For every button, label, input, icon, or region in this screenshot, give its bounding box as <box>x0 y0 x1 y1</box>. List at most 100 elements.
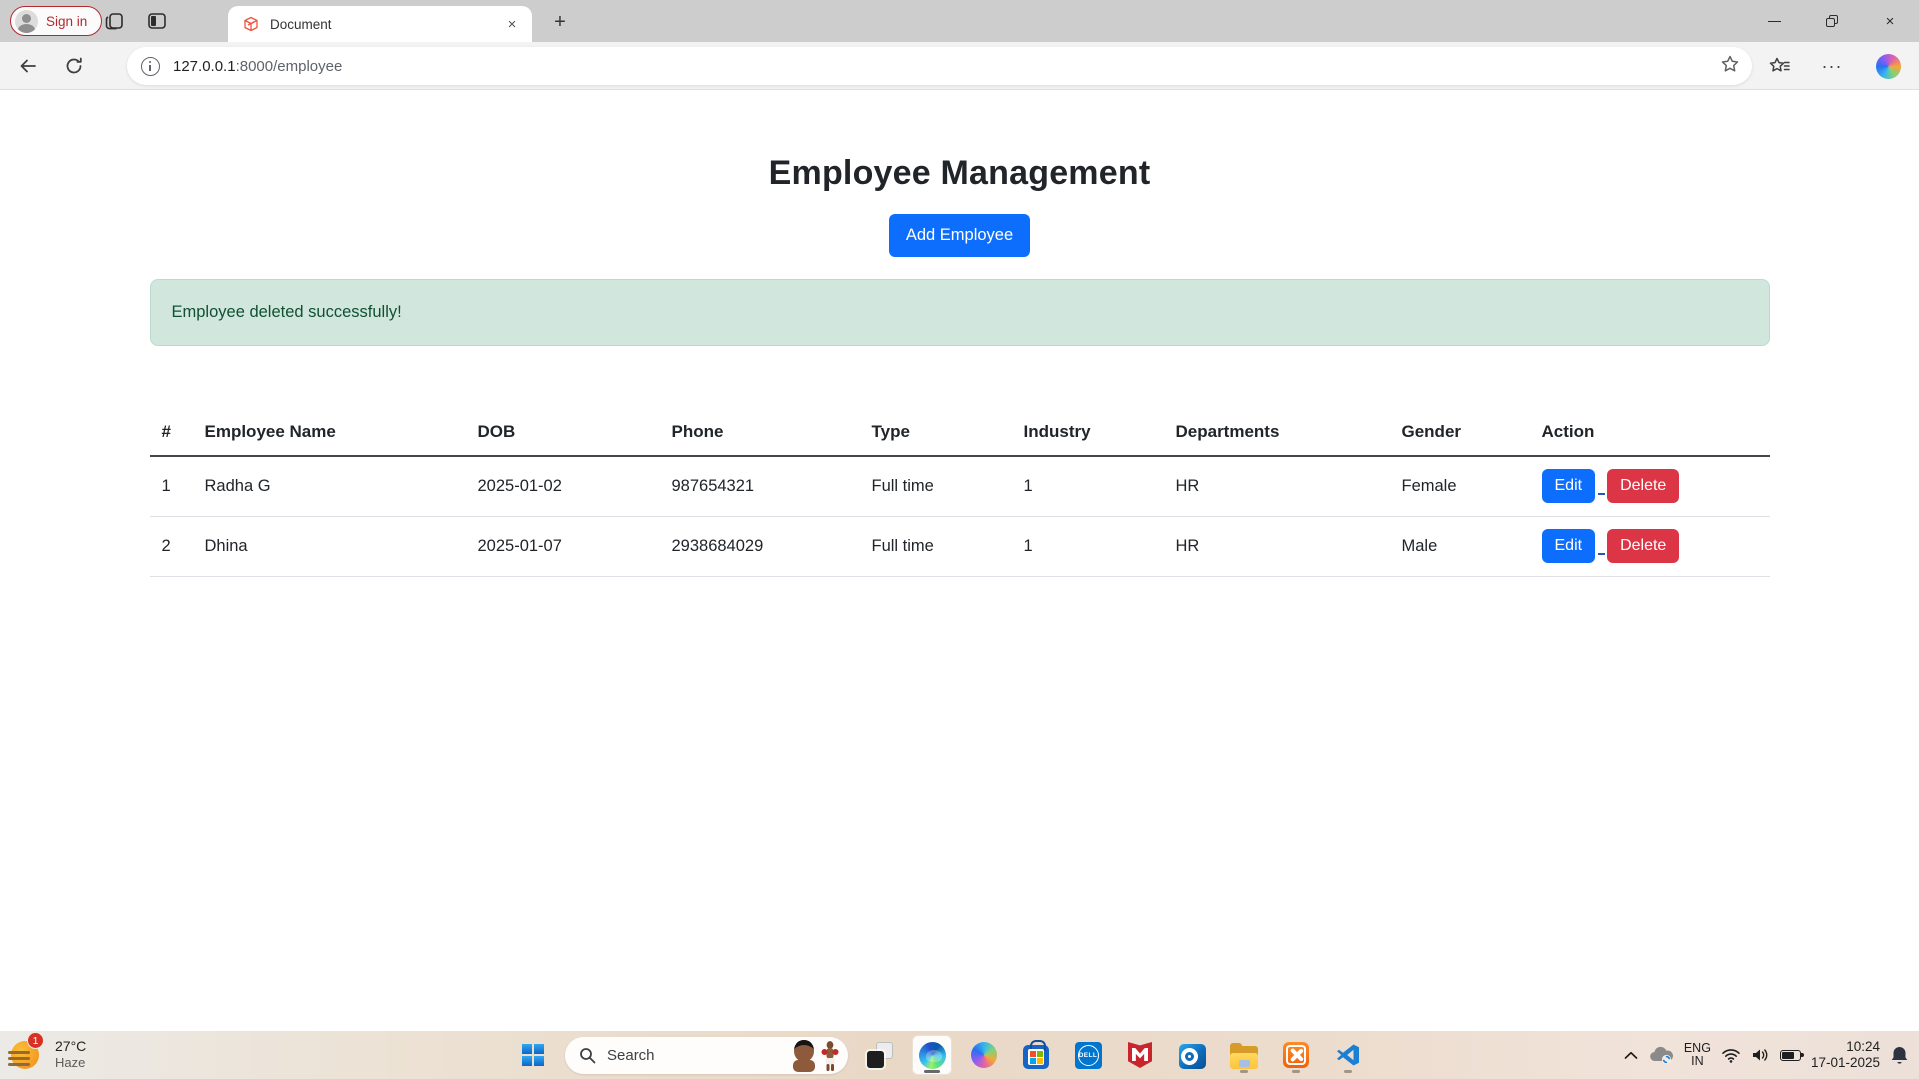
search-label: Search <box>607 1047 787 1064</box>
add-employee-button[interactable]: Add Employee <box>889 214 1030 257</box>
link-underscore <box>1598 553 1605 555</box>
cell-type: Full time <box>864 516 1016 576</box>
close-icon: × <box>1886 13 1895 30</box>
favorites-bar-icon[interactable] <box>1767 53 1793 79</box>
col-header-dob: DOB <box>470 412 664 456</box>
cell-phone: 2938684029 <box>664 516 864 576</box>
copilot-icon[interactable] <box>1875 53 1901 79</box>
cell-gender: Male <box>1394 516 1534 576</box>
sign-in-button[interactable]: Sign in <box>10 6 102 36</box>
onedrive-icon[interactable] <box>1648 1045 1674 1065</box>
tab-title: Document <box>270 17 502 32</box>
wifi-icon[interactable] <box>1721 1048 1741 1063</box>
vscode-icon <box>1335 1042 1361 1068</box>
taskbar-mcafee-button[interactable] <box>1120 1035 1160 1075</box>
laravel-favicon-icon <box>242 15 260 33</box>
microsoft-store-icon <box>1023 1045 1049 1069</box>
weather-condition: Haze <box>55 1055 86 1071</box>
browser-titlebar: Sign in Document × + × <box>0 0 1919 42</box>
cell-phone: 987654321 <box>664 456 864 516</box>
page-title: Employee Management <box>0 154 1919 193</box>
dell-label: DELL <box>1079 1052 1098 1059</box>
tab-close-icon[interactable]: × <box>502 14 522 34</box>
cell-dob: 2025-01-02 <box>470 456 664 516</box>
link-underscore <box>1598 493 1605 495</box>
tab-actions-icon[interactable] <box>143 7 171 35</box>
col-header-phone: Phone <box>664 412 864 456</box>
cell-dob: 2025-01-07 <box>470 516 664 576</box>
edit-button[interactable]: Edit <box>1542 469 1596 503</box>
close-button[interactable]: × <box>1861 0 1919 42</box>
cell-departments: HR <box>1168 456 1394 516</box>
cell-name: Radha G <box>197 456 470 516</box>
table-row: 1 Radha G 2025-01-02 987654321 Full time… <box>150 456 1770 516</box>
cell-name: Dhina <box>197 516 470 576</box>
copilot-icon <box>971 1042 997 1068</box>
notification-badge: 1 <box>27 1032 44 1049</box>
taskbar-store-button[interactable] <box>1016 1035 1056 1075</box>
restore-icon <box>1826 15 1838 27</box>
weather-widget[interactable]: 1 27°C Haze <box>8 1035 86 1073</box>
restore-button[interactable] <box>1803 0 1861 42</box>
xampp-icon <box>1283 1042 1309 1068</box>
delete-button[interactable]: Delete <box>1607 469 1679 503</box>
cell-gender: Female <box>1394 456 1534 516</box>
favorite-star-icon[interactable] <box>1720 54 1740 79</box>
taskbar-search[interactable]: Search <box>565 1037 848 1074</box>
site-info-icon[interactable] <box>141 57 160 76</box>
col-header-industry: Industry <box>1016 412 1168 456</box>
file-explorer-icon <box>1230 1046 1258 1069</box>
taskbar-xampp-button[interactable] <box>1276 1035 1316 1075</box>
cell-industry: 1 <box>1016 456 1168 516</box>
clock[interactable]: 10:2417-01-2025 <box>1811 1039 1880 1072</box>
weather-temp: 27°C <box>55 1038 86 1055</box>
cell-num: 1 <box>150 456 197 516</box>
url-path: :8000/employee <box>236 58 343 75</box>
cell-type: Full time <box>864 456 1016 516</box>
tray-chevron-up-icon[interactable] <box>1624 1051 1638 1060</box>
search-icon <box>579 1047 596 1064</box>
haze-weather-icon: 1 <box>8 1035 46 1073</box>
profile-avatar-icon <box>15 10 38 33</box>
tray-date: 17-01-2025 <box>1811 1055 1880 1072</box>
taskbar-vscode-button[interactable] <box>1328 1035 1368 1075</box>
taskbar-dell-button[interactable]: DELL <box>1068 1035 1108 1075</box>
task-view-button[interactable] <box>860 1035 900 1075</box>
cell-action: Edit Delete <box>1534 456 1770 516</box>
task-view-icon <box>867 1042 893 1068</box>
volume-icon[interactable] <box>1751 1047 1770 1063</box>
taskbar-edge-button[interactable] <box>912 1035 952 1075</box>
workspaces-icon[interactable] <box>100 7 128 35</box>
language-indicator[interactable]: ENGIN <box>1684 1042 1711 1069</box>
refresh-button[interactable] <box>60 52 88 80</box>
tray-time: 10:24 <box>1811 1039 1880 1056</box>
browser-tab-document[interactable]: Document × <box>228 6 532 42</box>
taskbar-file-explorer-button[interactable] <box>1224 1035 1264 1075</box>
window-controls: × <box>1745 0 1919 42</box>
edit-button[interactable]: Edit <box>1542 529 1596 563</box>
ellipsis-glyph: ··· <box>1822 56 1843 77</box>
col-header-action: Action <box>1534 412 1770 456</box>
minimize-icon <box>1768 21 1781 22</box>
table-header-row: # Employee Name DOB Phone Type Industry … <box>150 412 1770 456</box>
lang-top: ENG <box>1684 1042 1711 1056</box>
windows-logo-icon <box>522 1044 544 1066</box>
system-tray: ENGIN 10:2417-01-2025 <box>1624 1031 1909 1079</box>
taskbar-outlook-button[interactable] <box>1172 1035 1212 1075</box>
col-header-num: # <box>150 412 197 456</box>
dell-icon: DELL <box>1075 1042 1102 1069</box>
minimize-button[interactable] <box>1745 0 1803 42</box>
battery-icon[interactable] <box>1780 1050 1801 1061</box>
table-row: 2 Dhina 2025-01-07 2938684029 Full time … <box>150 516 1770 576</box>
taskbar-copilot-button[interactable] <box>964 1035 1004 1075</box>
address-bar[interactable]: 127.0.0.1:8000/employee <box>127 47 1752 85</box>
delete-button[interactable]: Delete <box>1607 529 1679 563</box>
settings-menu-icon[interactable]: ··· <box>1819 53 1845 79</box>
new-tab-button[interactable]: + <box>545 8 575 36</box>
back-button[interactable] <box>14 52 42 80</box>
taskbar-center: Search <box>513 1031 1368 1079</box>
start-button[interactable] <box>513 1035 553 1075</box>
mcafee-shield-icon <box>1128 1042 1152 1068</box>
notification-bell-icon[interactable] <box>1890 1045 1909 1066</box>
cell-industry: 1 <box>1016 516 1168 576</box>
